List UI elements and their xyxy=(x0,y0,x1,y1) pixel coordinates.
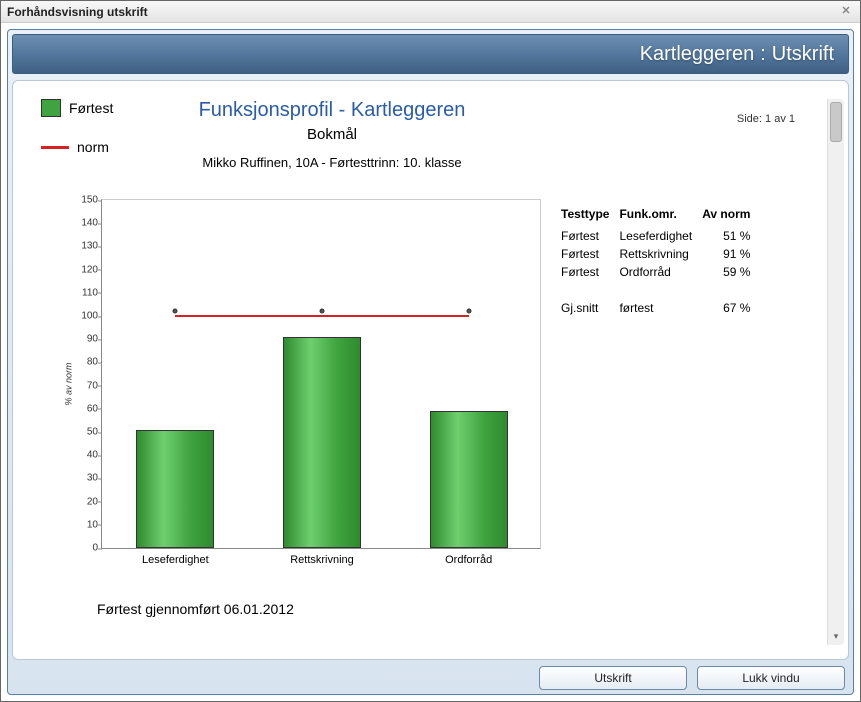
bar xyxy=(283,337,361,548)
table-row: FørtestOrdforråd59 % xyxy=(561,263,750,281)
summary-table: Testtype Funk.omr. Av norm FørtestLesefe… xyxy=(561,205,750,317)
legend-line-icon xyxy=(41,146,69,149)
window-title: Forhåndsvisning utskrift xyxy=(7,5,148,19)
banner-app: Kartleggeren xyxy=(640,43,755,66)
y-tick: 110 xyxy=(74,287,98,298)
y-tick: 70 xyxy=(74,380,98,391)
print-button[interactable]: Utskrift xyxy=(539,666,687,690)
legend-norm: norm xyxy=(41,139,113,155)
y-tick: 30 xyxy=(74,473,98,484)
y-tick: 40 xyxy=(74,450,98,461)
app-banner: Kartleggeren : Utskrift xyxy=(12,34,849,74)
preview-panel: Side: 1 av 1 Førtest norm Funksjonsprofi… xyxy=(12,80,849,660)
y-tick: 120 xyxy=(74,264,98,275)
y-tick: 50 xyxy=(74,427,98,438)
close-window-button[interactable]: Lukk vindu xyxy=(697,666,845,690)
legend-swatch-icon xyxy=(41,99,61,117)
y-tick: 0 xyxy=(74,543,98,554)
page-indicator: Side: 1 av 1 xyxy=(737,113,795,125)
preview-page: Side: 1 av 1 Førtest norm Funksjonsprofi… xyxy=(41,99,823,645)
chart-area: % av norm 010203040506070809010011012013… xyxy=(71,199,541,569)
table-row: FørtestLeseferdighet51 % xyxy=(561,227,750,245)
y-tick: 100 xyxy=(74,311,98,322)
chart-titles: Funksjonsprofil - Kartleggeren Bokmål Mi… xyxy=(101,99,563,170)
table-summary-row: Gj.snittførtest67 % xyxy=(561,281,750,317)
scrollbar[interactable]: ▾ xyxy=(827,99,844,645)
th-funkomr: Funk.omr. xyxy=(619,205,702,227)
chart-subtitle: Bokmål xyxy=(101,126,563,143)
banner-separator: : xyxy=(760,43,766,66)
close-icon[interactable]: ✕ xyxy=(838,4,854,20)
scrollbar-thumb[interactable] xyxy=(830,102,842,142)
legend-series: Førtest xyxy=(41,99,113,117)
button-row: Utskrift Lukk vindu xyxy=(12,666,849,690)
plot: 0102030405060708090100110120130140150Les… xyxy=(101,199,541,549)
norm-marker xyxy=(466,309,471,314)
bar xyxy=(136,430,214,548)
y-tick: 20 xyxy=(74,496,98,507)
chart-meta: Mikko Ruffinen, 10A - Førtesttrinn: 10. … xyxy=(101,155,563,170)
x-category-label: Rettskrivning xyxy=(262,554,382,566)
norm-marker xyxy=(320,309,325,314)
th-avnorm: Av norm xyxy=(702,205,750,227)
y-tick: 90 xyxy=(74,334,98,345)
legend: Førtest norm xyxy=(41,99,113,177)
table-row: FørtestRettskrivning91 % xyxy=(561,245,750,263)
y-tick: 140 xyxy=(74,218,98,229)
y-tick: 150 xyxy=(74,195,98,206)
norm-line xyxy=(175,315,468,317)
y-tick: 80 xyxy=(74,357,98,368)
banner-section: Utskrift xyxy=(772,43,834,66)
y-axis-label: % av norm xyxy=(64,362,74,405)
legend-norm-label: norm xyxy=(77,139,109,155)
outer-frame: Kartleggeren : Utskrift Side: 1 av 1 Før… xyxy=(7,29,854,695)
scrollbar-down-icon[interactable]: ▾ xyxy=(828,629,844,643)
x-category-label: Leseferdighet xyxy=(115,554,235,566)
y-tick: 60 xyxy=(74,403,98,414)
chart-title: Funksjonsprofil - Kartleggeren xyxy=(101,99,563,122)
legend-series-label: Førtest xyxy=(69,100,113,116)
footer-note: Førtest gjennomført 06.01.2012 xyxy=(97,601,294,617)
y-tick: 10 xyxy=(74,519,98,530)
norm-marker xyxy=(173,309,178,314)
bar xyxy=(430,411,508,548)
th-testtype: Testtype xyxy=(561,205,619,227)
x-category-label: Ordforråd xyxy=(409,554,529,566)
window-titlebar: Forhåndsvisning utskrift ✕ xyxy=(1,1,860,23)
y-tick: 130 xyxy=(74,241,98,252)
